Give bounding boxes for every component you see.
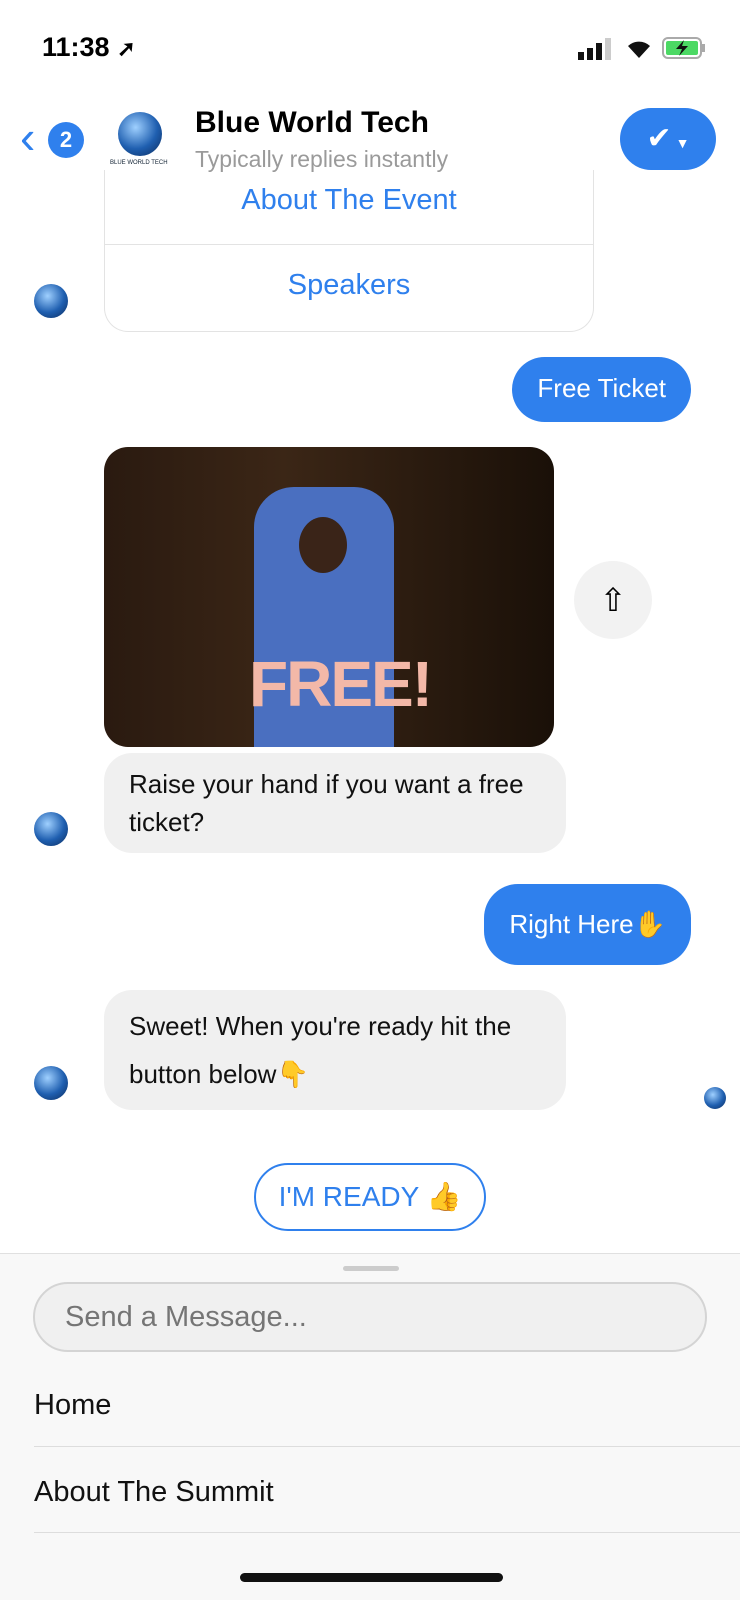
read-receipt-avatar xyxy=(704,1087,726,1109)
wifi-icon xyxy=(624,36,654,65)
divider xyxy=(34,1532,740,1533)
about-the-event-button[interactable]: About The Event xyxy=(105,170,593,245)
person-head xyxy=(299,517,347,573)
checkmark-icon: ✔ xyxy=(646,122,672,155)
status-time: 11:38 ➚ xyxy=(42,32,136,62)
share-button[interactable]: ⇧ xyxy=(574,561,652,639)
unread-count-badge[interactable]: 2 xyxy=(48,122,84,158)
divider xyxy=(34,1446,740,1447)
button-card: About The Event Speakers xyxy=(104,170,594,332)
incoming-message: Sweet! When you're ready hit the button … xyxy=(104,990,566,1110)
speakers-button[interactable]: Speakers xyxy=(105,245,593,330)
cellular-signal-icon xyxy=(578,38,612,65)
menu-item-about-the-summit[interactable]: About The Summit xyxy=(34,1476,274,1509)
composer-panel: Home About The Summit xyxy=(0,1253,740,1600)
dropdown-caret-icon: ▼ xyxy=(671,135,690,151)
gif-caption: FREE! xyxy=(249,648,433,720)
location-arrow-icon: ➚ xyxy=(117,36,136,61)
im-ready-button[interactable]: I'M READY 👍 xyxy=(254,1163,486,1231)
page-logo-avatar[interactable] xyxy=(118,112,162,156)
share-icon: ⇧ xyxy=(599,582,627,618)
incoming-message: Raise your hand if you want a free ticke… xyxy=(104,753,566,853)
bot-avatar xyxy=(34,1066,68,1100)
drag-handle[interactable] xyxy=(343,1266,399,1271)
back-chevron-icon[interactable]: ‹ xyxy=(20,114,35,160)
page-subtitle: Typically replies instantly xyxy=(195,146,449,172)
message-input[interactable] xyxy=(33,1282,707,1352)
status-bar: 11:38 ➚ xyxy=(0,30,740,70)
chat-header: ‹ 2 BLUE WORLD TECH Blue World Tech Typi… xyxy=(0,100,740,180)
bot-avatar xyxy=(34,812,68,846)
outgoing-message: Right Here✋ xyxy=(484,884,691,965)
gif-image[interactable]: FREE! xyxy=(104,447,554,747)
logo-text: BLUE WORLD TECH xyxy=(110,160,168,166)
menu-item-home[interactable]: Home xyxy=(34,1389,111,1422)
page-title: Blue World Tech xyxy=(195,106,429,139)
home-indicator[interactable] xyxy=(240,1573,503,1582)
outgoing-message: Free Ticket xyxy=(512,357,691,422)
bot-avatar xyxy=(34,284,68,318)
battery-charging-icon xyxy=(662,36,706,65)
action-menu-button[interactable]: ✔ ▼ xyxy=(620,108,716,170)
